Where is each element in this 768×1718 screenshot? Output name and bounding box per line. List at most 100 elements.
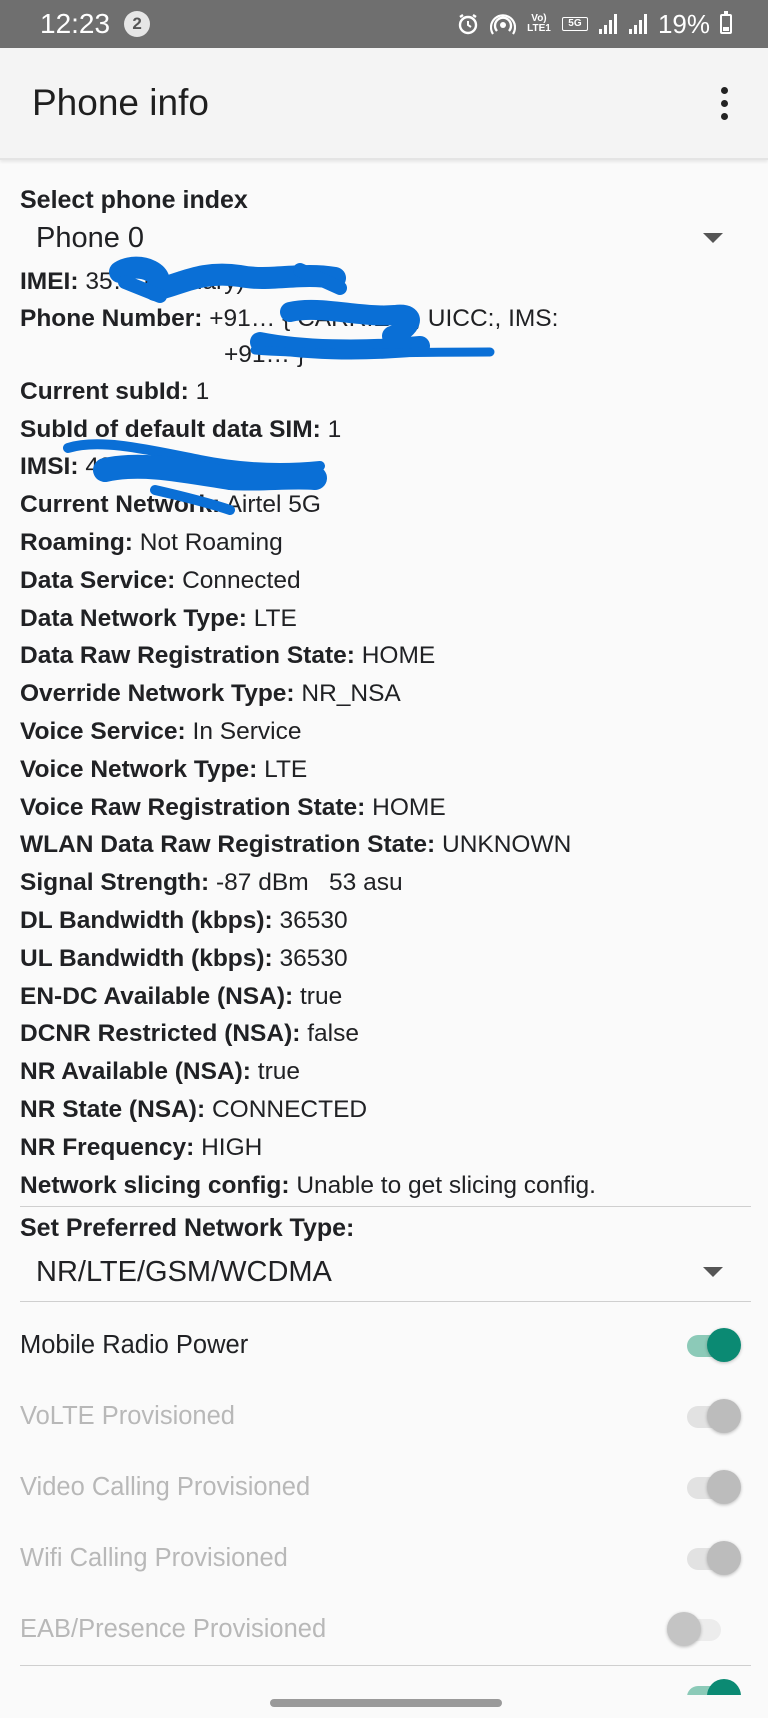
- info-key: Roaming:: [20, 528, 133, 556]
- partial-switch-thumb: [707, 1679, 741, 1695]
- info-value: Airtel 5G: [225, 491, 321, 519]
- info-value: true: [299, 982, 343, 1010]
- info-key: IMEI:: [20, 268, 79, 295]
- info-row-dcnr-restricted: DCNR Restricted (NSA): false: [20, 1015, 751, 1053]
- dropdown-arrow-icon: [703, 1267, 723, 1278]
- phone-index-spinner[interactable]: Phone 0: [20, 215, 751, 261]
- volte-icon: Vo) LTE1: [527, 13, 551, 34]
- info-row-default-data-subid: SubId of default data SIM: 1: [20, 411, 751, 449]
- toggle-row-volte-provisioned: VoLTE Provisioned: [20, 1381, 751, 1452]
- info-row-ul-bandwidth: UL Bandwidth (kbps): 36530: [20, 940, 751, 978]
- info-key: EN-DC Available (NSA):: [20, 982, 294, 1010]
- info-row-wlan-raw-registration: WLAN Data Raw Registration State: UNKNOW…: [20, 826, 751, 864]
- info-key: NR Frequency:: [20, 1133, 195, 1161]
- toggle-label: VoLTE Provisioned: [20, 1402, 235, 1431]
- toggle-label: EAB/Presence Provisioned: [20, 1615, 327, 1644]
- info-key: Voice Service:: [20, 717, 186, 745]
- 5g-icon: 5G: [561, 17, 588, 31]
- phone-info-content: Select phone index Phone 0 IMEI: 35… (Pr…: [20, 160, 751, 1667]
- info-key: Signal Strength:: [20, 869, 210, 897]
- battery-icon: [720, 11, 732, 34]
- info-value: 36530: [279, 944, 348, 972]
- clock: 12:23: [40, 8, 111, 39]
- info-key: UL Bandwidth (kbps):: [20, 944, 273, 972]
- dropdown-arrow-icon: [703, 233, 723, 243]
- info-value: +91… { CARRIER:, UICC:, IMS:: [209, 304, 559, 332]
- info-value: false: [307, 1020, 359, 1048]
- info-value: HIGH: [201, 1133, 263, 1161]
- info-key: WLAN Data Raw Registration State:: [20, 831, 436, 859]
- info-key: Voice Network Type:: [20, 755, 258, 783]
- select-phone-index-label: Select phone index: [20, 186, 248, 214]
- divider: [20, 1206, 751, 1208]
- info-key: Phone Number:: [20, 304, 203, 332]
- info-value: LTE: [264, 755, 308, 783]
- info-value: Not Roaming: [139, 528, 283, 556]
- info-row-network-slicing: Network slicing config: Unable to get sl…: [20, 1167, 751, 1205]
- info-value: CONNECTED: [211, 1095, 368, 1123]
- volte-provisioned-switch: [683, 1399, 741, 1434]
- wifi-calling-provisioned-switch: [683, 1541, 741, 1576]
- info-row-endc-available: EN-DC Available (NSA): true: [20, 978, 751, 1016]
- video-calling-provisioned-switch: [683, 1470, 741, 1505]
- info-value: LTE: [253, 604, 297, 632]
- info-value: 36530: [279, 906, 348, 934]
- info-key: Network slicing config:: [20, 1171, 290, 1199]
- eab-presence-provisioned-switch: [667, 1612, 725, 1647]
- info-value: Connected: [182, 566, 301, 594]
- info-row-signal-strength: Signal Strength: -87 dBm 53 asu: [20, 864, 751, 902]
- toggle-row-mobile-radio-power[interactable]: Mobile Radio Power: [20, 1310, 751, 1381]
- info-row-phone-number: Phone Number: +91… { CARRIER:, UICC:, IM…: [20, 301, 751, 373]
- info-value-continuation: +91… }: [224, 340, 306, 368]
- info-row-voice-service: Voice Service: In Service: [20, 713, 751, 751]
- alarm-icon: [456, 12, 480, 36]
- info-row-nr-frequency: NR Frequency: HIGH: [20, 1129, 751, 1167]
- info-value: -87 dBm 53 asu: [216, 869, 403, 897]
- notification-count-badge: 2: [124, 11, 151, 37]
- partial-next-toggle: [20, 1655, 751, 1695]
- info-key: DL Bandwidth (kbps):: [20, 906, 273, 934]
- toggle-row-video-calling-provisioned: Video Calling Provisioned: [20, 1452, 751, 1523]
- status-bar: 12:23 2 Vo) LTE1 5G 19%: [0, 0, 768, 48]
- mobile-radio-power-switch[interactable]: [683, 1328, 741, 1363]
- info-key: Data Service:: [20, 566, 176, 594]
- info-key: Current Network:: [20, 491, 221, 519]
- info-key: IMSI:: [20, 453, 79, 481]
- info-key: Data Network Type:: [20, 604, 247, 632]
- info-row-data-service: Data Service: Connected: [20, 562, 751, 600]
- page-title: Phone info: [32, 82, 209, 123]
- signal-icon: [598, 13, 618, 35]
- toggle-label: Mobile Radio Power: [20, 1331, 249, 1360]
- info-value: HOME: [361, 642, 436, 670]
- info-value: UNKNOWN: [442, 831, 572, 859]
- info-value: 40…: [85, 453, 138, 481]
- info-row-current-network: Current Network: Airtel 5G: [20, 486, 751, 524]
- toggle-label: Video Calling Provisioned: [20, 1473, 311, 1502]
- info-row-nr-state: NR State (NSA): CONNECTED: [20, 1091, 751, 1129]
- info-value: In Service: [192, 717, 302, 745]
- toggle-label: Wifi Calling Provisioned: [20, 1544, 288, 1573]
- info-key: Override Network Type:: [20, 680, 295, 708]
- info-value: NR_NSA: [301, 680, 401, 708]
- info-row-nr-available: NR Available (NSA): true: [20, 1053, 751, 1091]
- info-key: DCNR Restricted (NSA):: [20, 1020, 301, 1048]
- signal-icon: [628, 13, 648, 35]
- preferred-network-label: Set Preferred Network Type:: [20, 1214, 355, 1243]
- info-row-voice-network-type: Voice Network Type: LTE: [20, 751, 751, 789]
- info-value: true: [257, 1058, 300, 1086]
- gesture-nav-pill[interactable]: [270, 1699, 502, 1707]
- info-list: IMEI: 35… (Primary) Phone Number: +91… {…: [20, 263, 751, 1204]
- info-key: Voice Raw Registration State:: [20, 793, 366, 821]
- more-vert-icon[interactable]: [704, 73, 744, 133]
- info-value: Unable to get slicing config.: [296, 1171, 596, 1199]
- info-key: SubId of default data SIM:: [20, 415, 321, 443]
- info-row-imei: IMEI: 35… (Primary): [20, 263, 751, 301]
- hotspot-icon: [489, 12, 516, 36]
- phone-index-selected: Phone 0: [36, 221, 145, 254]
- toggle-row-wifi-calling-provisioned: Wifi Calling Provisioned: [20, 1523, 751, 1594]
- preferred-network-spinner[interactable]: NR/LTE/GSM/WCDMA: [20, 1243, 751, 1303]
- info-row-imsi: IMSI: 40…: [20, 448, 751, 486]
- info-row-override-network-type: Override Network Type: NR_NSA: [20, 675, 751, 713]
- info-row-data-raw-registration: Data Raw Registration State: HOME: [20, 637, 751, 675]
- status-right: Vo) LTE1 5G 19%: [456, 9, 732, 40]
